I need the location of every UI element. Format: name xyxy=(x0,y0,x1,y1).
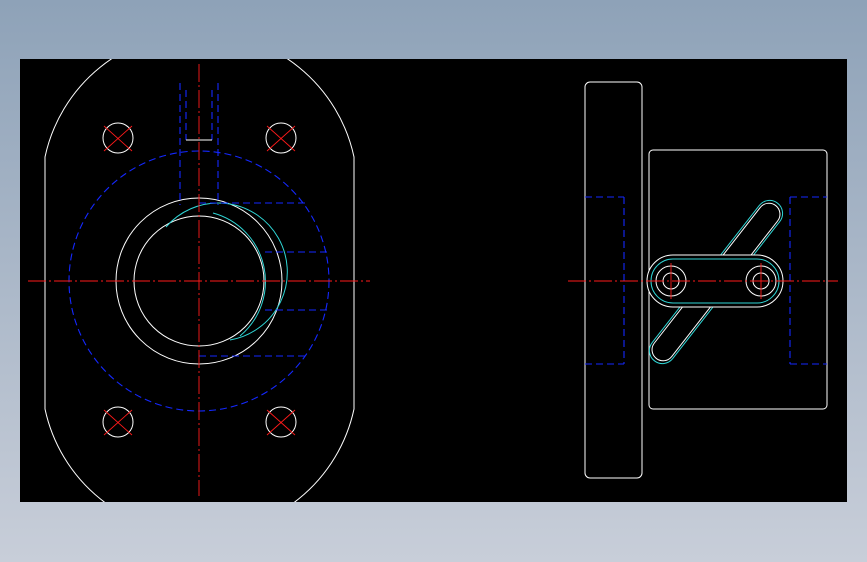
side-flange-plate xyxy=(584,81,643,479)
bolt-hole-bottom-left xyxy=(102,406,134,438)
front-view xyxy=(28,59,370,502)
side-flange-hidden-holes xyxy=(585,196,625,365)
flange-outline xyxy=(44,59,355,502)
bolt-hole-top-right xyxy=(265,122,297,154)
drawing-svg xyxy=(28,59,838,502)
thread-arc xyxy=(165,202,288,341)
cad-drawing-canvas xyxy=(20,59,847,502)
bolt-hole-bottom-right xyxy=(265,406,297,438)
bolt-hole-top-left xyxy=(102,122,134,154)
side-body-hidden-lines xyxy=(789,196,827,365)
thread-arc-inner xyxy=(212,212,266,337)
hidden-internal-lines xyxy=(199,202,330,357)
side-view xyxy=(568,81,838,479)
